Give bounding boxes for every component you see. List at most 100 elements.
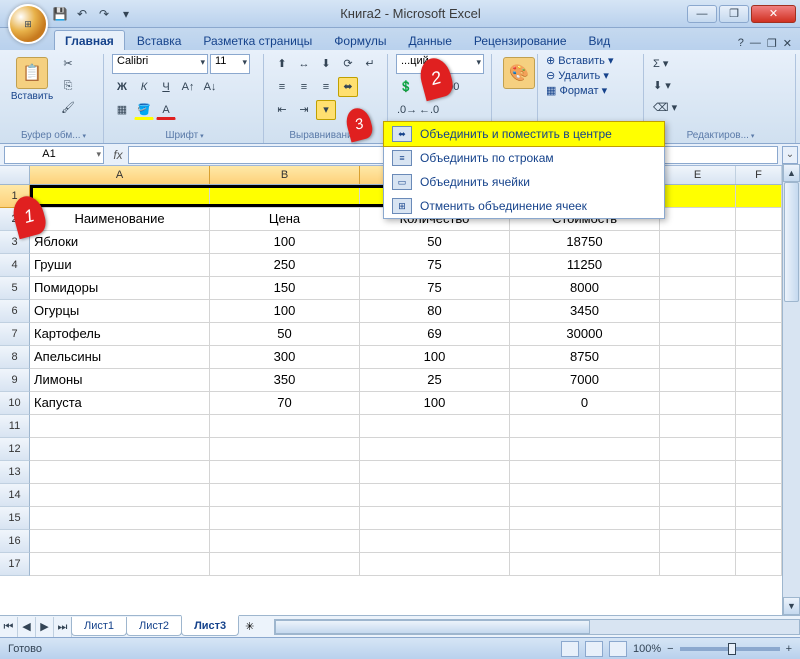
select-all-corner[interactable] xyxy=(0,166,30,184)
cell[interactable] xyxy=(30,185,210,208)
row-header[interactable]: 13 xyxy=(0,461,30,484)
cell[interactable] xyxy=(30,553,210,576)
zoom-in[interactable]: + xyxy=(786,643,792,655)
increase-indent[interactable]: ⇥ xyxy=(294,100,314,120)
cell[interactable]: 8750 xyxy=(510,346,660,369)
merge-across-item[interactable]: ≡Объединить по строкам xyxy=(384,146,664,170)
cell[interactable] xyxy=(660,392,736,415)
cell[interactable]: 0 xyxy=(510,392,660,415)
cell[interactable] xyxy=(736,553,782,576)
merge-center-item[interactable]: ⬌Объединить и поместить в центре xyxy=(383,121,665,147)
cell[interactable]: 25 xyxy=(360,369,510,392)
insert-sheet[interactable]: ✳ xyxy=(245,620,254,633)
help-icon[interactable]: ? xyxy=(738,37,744,50)
cell[interactable] xyxy=(210,185,360,208)
cell[interactable] xyxy=(660,346,736,369)
cells-insert[interactable]: ⊕ Вставить ▾ xyxy=(546,54,614,67)
tab-view[interactable]: Вид xyxy=(579,31,621,50)
cell[interactable] xyxy=(736,392,782,415)
qat-redo[interactable]: ↷ xyxy=(96,6,112,22)
cell[interactable]: Яблоки xyxy=(30,231,210,254)
copy-button[interactable]: ⎘ xyxy=(58,76,78,96)
cell[interactable] xyxy=(660,553,736,576)
cell[interactable]: Лимоны xyxy=(30,369,210,392)
cell[interactable] xyxy=(660,185,736,208)
tab-formulas[interactable]: Формулы xyxy=(324,31,396,50)
sheet-next[interactable]: ▶ xyxy=(36,617,54,637)
cell[interactable] xyxy=(210,553,360,576)
scroll-up[interactable]: ▲ xyxy=(783,164,800,182)
row-header[interactable]: 8 xyxy=(0,346,30,369)
cell[interactable] xyxy=(736,438,782,461)
cell[interactable] xyxy=(360,438,510,461)
doc-minimize[interactable]: — xyxy=(750,37,761,50)
sheet-prev[interactable]: ◀ xyxy=(18,617,36,637)
cell[interactable] xyxy=(660,461,736,484)
font-name-combo[interactable]: Calibri xyxy=(112,54,208,74)
qat-undo[interactable]: ↶ xyxy=(74,6,90,22)
col-e[interactable]: E xyxy=(660,166,736,184)
formula-expand[interactable]: ⌄ xyxy=(782,146,798,164)
cell[interactable]: Помидоры xyxy=(30,277,210,300)
cell[interactable] xyxy=(30,507,210,530)
sheet-last[interactable]: ⏭ xyxy=(54,617,72,637)
cell[interactable]: 350 xyxy=(210,369,360,392)
cell[interactable]: 69 xyxy=(360,323,510,346)
cell[interactable] xyxy=(660,438,736,461)
tab-review[interactable]: Рецензирование xyxy=(464,31,577,50)
name-box[interactable]: A1 xyxy=(4,146,104,164)
cell[interactable]: 80 xyxy=(360,300,510,323)
row-header[interactable]: 12 xyxy=(0,438,30,461)
zoom-thumb[interactable] xyxy=(728,643,736,655)
cell[interactable] xyxy=(660,277,736,300)
cell[interactable] xyxy=(360,415,510,438)
maximize-button[interactable]: ❐ xyxy=(719,5,749,23)
cell[interactable] xyxy=(30,415,210,438)
vertical-scrollbar[interactable]: ▲ ▼ xyxy=(782,164,800,615)
cell[interactable] xyxy=(736,507,782,530)
view-normal[interactable] xyxy=(561,641,579,657)
cell[interactable] xyxy=(660,323,736,346)
tab-insert[interactable]: Вставка xyxy=(127,31,192,50)
cell[interactable] xyxy=(660,300,736,323)
merge-center-button[interactable]: ⬌ xyxy=(338,77,358,97)
cell[interactable] xyxy=(210,438,360,461)
zoom-level[interactable]: 100% xyxy=(633,643,661,655)
cell[interactable]: Цена xyxy=(210,208,360,231)
align-right[interactable]: ≡ xyxy=(316,77,336,97)
cell[interactable]: 100 xyxy=(210,231,360,254)
cell[interactable] xyxy=(30,530,210,553)
format-painter[interactable]: 🖌 xyxy=(58,98,78,118)
cell[interactable] xyxy=(510,530,660,553)
bold-button[interactable]: Ж xyxy=(112,77,132,97)
cell[interactable]: 7000 xyxy=(510,369,660,392)
row-header[interactable]: 17 xyxy=(0,553,30,576)
underline-button[interactable]: Ч xyxy=(156,77,176,97)
cell[interactable] xyxy=(736,208,782,231)
row-header[interactable]: 15 xyxy=(0,507,30,530)
row-header[interactable]: 10 xyxy=(0,392,30,415)
view-pagebreak[interactable] xyxy=(609,641,627,657)
cell[interactable] xyxy=(360,530,510,553)
cell[interactable] xyxy=(660,484,736,507)
minimize-button[interactable]: — xyxy=(687,5,717,23)
cell[interactable] xyxy=(736,346,782,369)
autosum[interactable]: Σ ▾ xyxy=(652,54,669,74)
cell[interactable]: 100 xyxy=(360,392,510,415)
close-button[interactable]: ✕ xyxy=(751,5,796,23)
zoom-slider[interactable] xyxy=(680,647,780,651)
cell[interactable] xyxy=(736,185,782,208)
decrease-decimal[interactable]: ←.0 xyxy=(418,100,438,120)
sheet-tab-2[interactable]: Лист2 xyxy=(126,617,182,636)
font-size-combo[interactable]: 11 xyxy=(210,54,250,74)
cell[interactable] xyxy=(736,461,782,484)
align-middle[interactable]: ↔ xyxy=(294,54,314,74)
cell[interactable]: 75 xyxy=(360,277,510,300)
cell[interactable] xyxy=(210,484,360,507)
tab-data[interactable]: Данные xyxy=(399,31,462,50)
styles-button[interactable]: 🎨 xyxy=(500,54,538,92)
cell[interactable]: 11250 xyxy=(510,254,660,277)
cell[interactable]: 50 xyxy=(360,231,510,254)
horizontal-scrollbar[interactable] xyxy=(274,619,800,635)
fx-button[interactable]: fx xyxy=(108,148,128,162)
